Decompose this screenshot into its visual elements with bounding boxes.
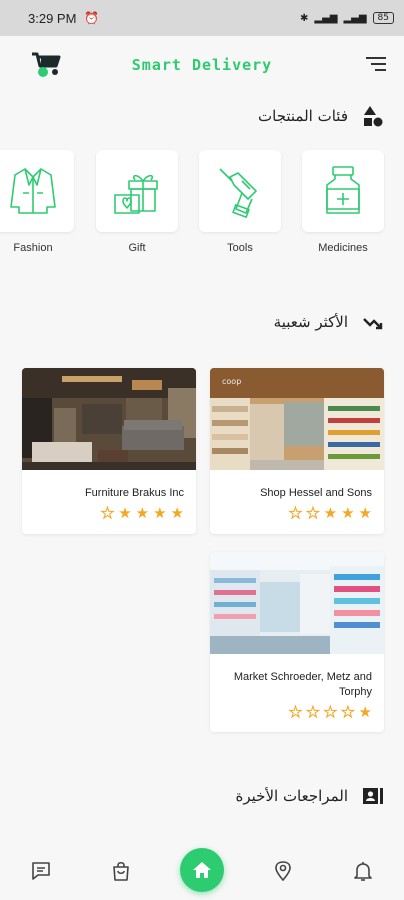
star-icon: ★ xyxy=(323,703,338,721)
category-label: Gift xyxy=(128,242,146,254)
location-pin-icon xyxy=(275,861,291,882)
status-bar: 3:29 PM ⏰ ✱ ▂▄▆ ▂▄▆ 85 xyxy=(0,0,404,36)
shop-name: Shop Hessel and Sons xyxy=(260,487,372,499)
pharmacy-store-photo xyxy=(210,552,384,654)
chat-icon xyxy=(32,862,50,880)
bottom-nav xyxy=(0,840,404,900)
star-icon: ★ xyxy=(100,504,115,522)
categories-title: فئات المنتجات xyxy=(258,107,348,125)
category-card[interactable] xyxy=(96,150,178,232)
rating-stars: ★ ★ ★ ★ ★ xyxy=(210,700,384,730)
category-fashion[interactable]: Fashion xyxy=(0,150,74,254)
star-icon: ★ xyxy=(118,504,132,522)
star-icon: ★ xyxy=(135,504,150,522)
signal-icon-2: ▂▄▆ xyxy=(343,12,367,24)
status-time: 3:29 PM xyxy=(28,10,77,26)
alarm-icon: ⏰ xyxy=(84,11,100,25)
shapes-icon xyxy=(364,106,383,127)
furniture-store-photo xyxy=(22,368,196,470)
app-header: Smart Delivery xyxy=(0,36,404,96)
popular-title: الأكثر شعبية xyxy=(273,313,348,331)
star-icon: ★ xyxy=(306,504,320,522)
reviews-title: المراجعات الأخيرة xyxy=(235,787,348,805)
category-label: Tools xyxy=(227,242,253,254)
svg-text:coop: coop xyxy=(222,377,241,386)
reviews-card-icon xyxy=(363,788,383,804)
nav-chat[interactable] xyxy=(30,860,52,882)
status-icons: ✱ ▂▄▆ ▂▄▆ 85 xyxy=(300,12,394,24)
nav-location[interactable] xyxy=(272,860,294,882)
category-tools[interactable]: Tools xyxy=(199,150,281,254)
categories-row: Fashion Gift Tools Medicines xyxy=(0,150,404,260)
category-label: Medicines xyxy=(318,242,368,254)
shop-card-furniture[interactable]: Furniture Brakus Inc ★ ★ ★ ★ ★ xyxy=(22,368,196,534)
category-card[interactable] xyxy=(0,150,74,232)
signal-icon: ▂▄▆ xyxy=(314,12,338,24)
popular-header: الأكثر شعبية xyxy=(274,311,384,333)
star-icon: ★ xyxy=(341,703,355,721)
trending-icon xyxy=(363,318,383,330)
category-gift[interactable]: Gift xyxy=(96,150,178,254)
nav-bag[interactable] xyxy=(110,860,132,882)
star-icon: ★ xyxy=(341,504,355,522)
jacket-icon xyxy=(10,168,56,214)
home-icon xyxy=(193,862,211,878)
star-icon: ★ xyxy=(170,504,184,522)
app-title: Smart Delivery xyxy=(131,56,273,74)
category-card[interactable] xyxy=(199,150,281,232)
rating-stars: ★ ★ ★ ★ ★ xyxy=(210,501,384,531)
star-icon: ★ xyxy=(153,504,167,522)
category-label: Fashion xyxy=(13,242,53,254)
category-medicines[interactable]: Medicines xyxy=(302,150,384,254)
nav-home[interactable] xyxy=(180,848,224,892)
shop-name: Furniture Brakus Inc xyxy=(84,487,184,499)
grocery-store-photo: coop xyxy=(210,368,384,470)
nav-notifications[interactable] xyxy=(352,860,374,882)
menu-icon[interactable] xyxy=(366,56,386,72)
gift-icon xyxy=(114,174,158,214)
bluetooth-icon: ✱ xyxy=(300,12,309,24)
medicine-bottle-icon xyxy=(326,166,360,214)
star-icon: ★ xyxy=(288,504,303,522)
star-icon: ★ xyxy=(358,703,372,721)
star-icon: ★ xyxy=(358,504,372,522)
shop-card-grocery[interactable]: coop Shop Hessel and Sons ★ ★ ★ ★ ★ xyxy=(210,368,384,534)
rating-stars: ★ ★ ★ ★ ★ xyxy=(22,501,196,531)
bell-icon xyxy=(354,862,372,881)
shopping-bag-icon xyxy=(113,861,129,881)
reviews-header: المراجعات الأخيرة xyxy=(236,785,384,807)
shop-name: Market Schroeder, Metz and Torphy xyxy=(233,671,372,698)
drill-icon xyxy=(219,168,257,218)
shop-card-pharmacy[interactable]: Market Schroeder, Metz and Torphy ★ ★ ★ … xyxy=(210,552,384,732)
star-icon: ★ xyxy=(323,504,338,522)
categories-header: فئات المنتجات xyxy=(258,105,384,127)
star-icon: ★ xyxy=(288,703,303,721)
category-card[interactable] xyxy=(302,150,384,232)
battery-icon: 85 xyxy=(372,12,394,24)
star-icon: ★ xyxy=(306,703,320,721)
